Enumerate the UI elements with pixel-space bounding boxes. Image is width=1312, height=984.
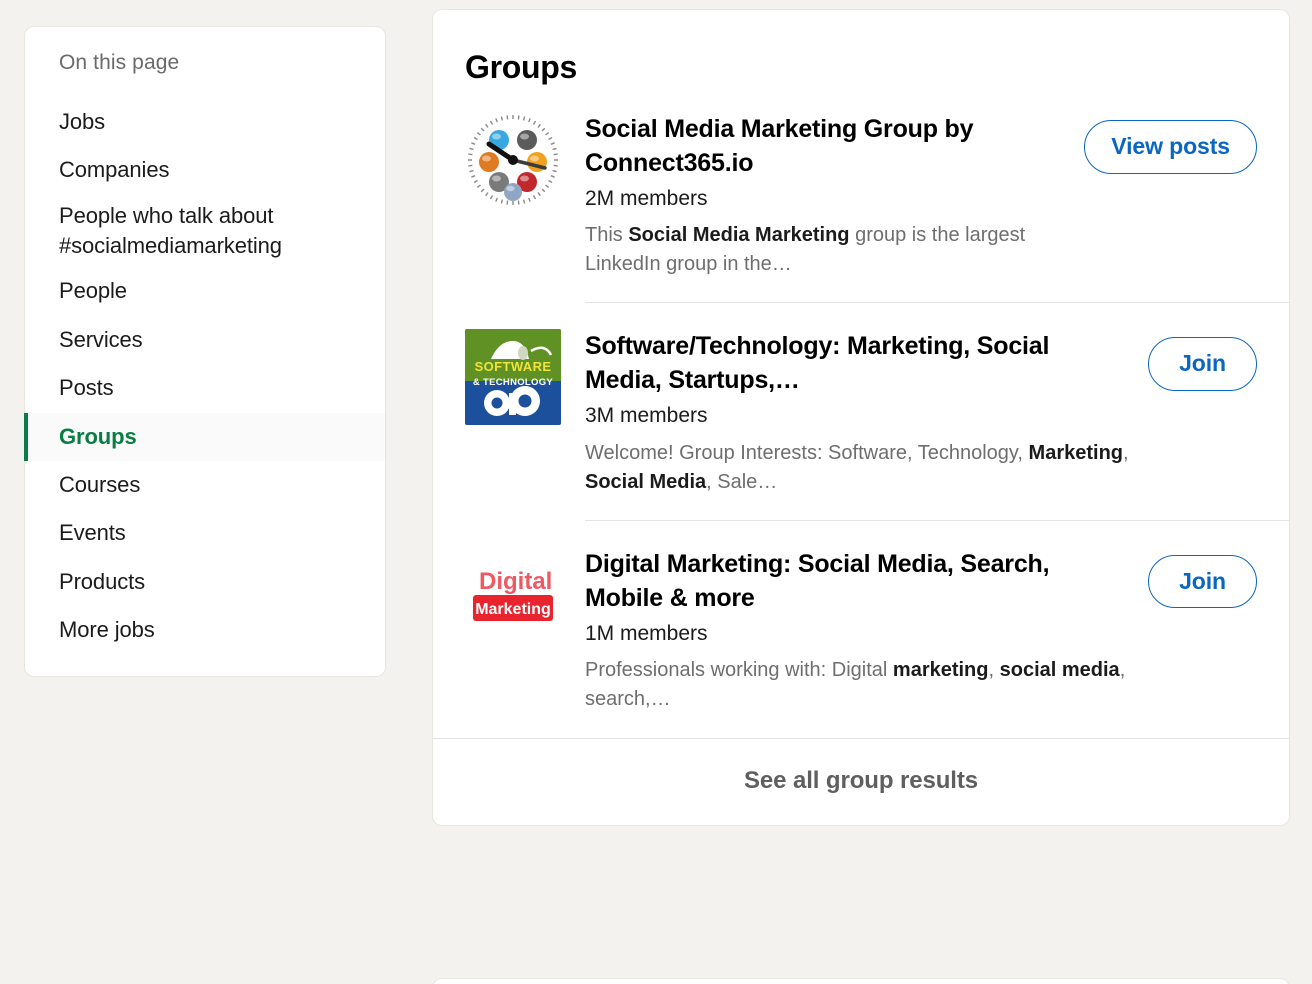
group-action-holder: Join [1148,329,1257,391]
group-result-body: Digital Marketing: Social Media, Search,… [585,547,1148,738]
group-action-holder: Join [1148,547,1257,609]
group-result-body: Social Media Marketing Group by Connect3… [585,112,1084,303]
page-title: Groups [465,49,577,85]
groups-results-card: Groups Social Media Marketing Group by C… [432,9,1290,826]
sidebar-item-companies[interactable]: Companies [25,146,385,194]
sidebar-item-more-jobs[interactable]: More jobs [25,606,385,654]
group-result-item: Social Media Marketing Group by Connect3… [433,86,1289,304]
join-button[interactable]: Join [1148,554,1257,609]
on-this-page-sidebar: On this page Jobs Companies People who tal… [24,26,386,678]
group-title-link[interactable]: Digital Marketing: Social Media, Search,… [585,547,1132,615]
sidebar-item-groups[interactable]: Groups [24,412,385,462]
group-member-count: 2M members [585,187,708,210]
group-title-link[interactable]: Software/Technology: Marketing, Social M… [585,329,1132,397]
digital-marketing-logo-icon: Digital Marketing [465,546,561,643]
see-all-group-results-link[interactable]: See all group results [433,737,1289,825]
group-member-count: 1M members [585,621,708,645]
sidebar-item-posts[interactable]: Posts [25,364,385,412]
sidebar-heading: On this page [59,51,180,74]
svg-text:& TECHNOLOGY: & TECHNOLOGY [473,377,553,388]
group-action-holder: View posts [1084,112,1257,174]
svg-text:SOFTWARE: SOFTWARE [475,359,552,374]
view-posts-button[interactable]: View posts [1084,120,1257,174]
sidebar-item-jobs[interactable]: Jobs [25,98,385,146]
group-result-item: SOFTWARE & TECHNOLOGY Software/Technolog… [433,303,1289,521]
clock-social-icons-logo-icon [465,112,561,208]
group-snippet: Professionals working with: Digital mark… [585,658,1126,710]
next-results-card [432,978,1290,984]
software-technology-logo-icon: SOFTWARE & TECHNOLOGY [465,329,561,426]
search-results-page: On this page Jobs Companies People who tal… [0,0,1312,984]
group-member-count: 3M members [585,404,708,428]
sidebar-item-courses[interactable]: Courses [25,461,385,509]
group-title-link[interactable]: Social Media Marketing Group by Connect3… [585,112,1068,180]
sidebar-item-events[interactable]: Events [25,509,385,557]
sidebar-item-services[interactable]: Services [25,316,385,364]
group-result-body: Software/Technology: Marketing, Social M… [585,329,1148,520]
group-snippet: This Social Media Marketing group is the… [585,224,1026,276]
sidebar-item-people[interactable]: People [25,267,385,315]
group-results-list: Social Media Marketing Group by Connect3… [433,86,1289,738]
sidebar-nav-list: Jobs Companies People who talk about #soci… [24,98,385,654]
join-button[interactable]: Join [1148,337,1257,391]
sidebar-item-people-who-talk-about-socialmediamarketing[interactable]: People who talk about #socialmediamarket… [25,195,385,268]
svg-text:Digital: Digital [479,568,552,595]
sidebar-item-products[interactable]: Products [25,558,385,606]
group-result-item: Digital Marketing Digital Marketing: Soc… [433,521,1289,738]
svg-text:Marketing: Marketing [475,601,551,618]
group-snippet: Welcome! Group Interests: Software, Tech… [585,441,1129,493]
